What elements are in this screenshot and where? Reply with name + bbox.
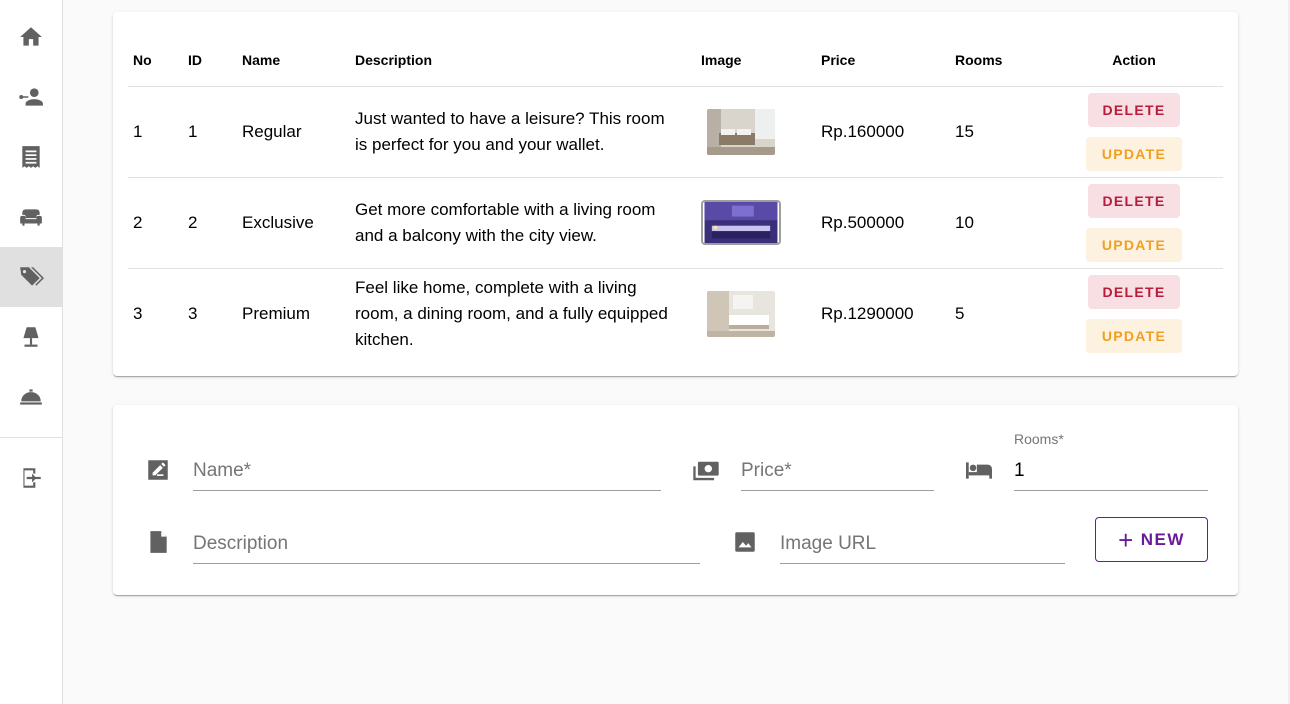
delete-button[interactable]: DELETE [1088,183,1180,218]
price-placeholder: Price* [741,460,792,481]
cell-price: Rp.160000 [821,86,955,178]
room-thumbnail [701,200,781,245]
nav-facilities[interactable] [0,307,62,367]
cell-description: Feel like home, complete with a living r… [355,277,668,349]
new-button[interactable]: + NEW [1095,517,1208,562]
name-placeholder: Name* [193,460,252,481]
name-field[interactable]: Name* [193,459,661,491]
bed-icon [966,462,992,479]
nav-logout[interactable] [0,448,62,508]
price-field[interactable]: Price* [741,459,934,491]
cell-id: 2 [188,177,242,269]
sidebar-divider [0,437,62,438]
sidebar [0,0,63,704]
room-service-icon [20,389,42,405]
cell-rooms: 15 [955,86,1045,178]
rooms-field[interactable]: 1 [1014,459,1208,491]
header-price: Price [821,34,955,87]
cell-no: 2 [128,177,188,269]
delete-button[interactable]: DELETE [1088,92,1180,127]
document-icon [150,531,167,553]
cell-name: Premium [242,303,311,323]
table-row: 1 1 Regular Just wanted to have a leisur… [128,86,1223,178]
header-id: ID [188,34,242,87]
description-field[interactable]: Description [193,532,700,564]
nav-room-types[interactable] [0,247,62,307]
room-thumbnail [707,108,775,155]
cell-name: Exclusive [242,177,355,269]
cell-name: Regular [242,86,355,178]
update-button[interactable]: UPDATE [1086,227,1182,262]
home-icon [20,27,42,46]
header-no: No [128,34,188,87]
image-url-field[interactable]: Image URL [780,532,1065,564]
cell-id: 3 [188,303,198,323]
room-types-table-card: No ID Name Description Image Price Rooms… [113,12,1238,376]
new-button-label: NEW [1140,529,1185,549]
nav-home[interactable] [0,7,62,67]
cell-actions: DELETE UPDATE [1045,268,1223,359]
cell-rooms: 10 [955,177,1045,269]
edit-icon [148,460,168,480]
update-button[interactable]: UPDATE [1086,136,1182,171]
plus-icon: + [1118,524,1135,555]
cell-actions: DELETE UPDATE [1045,177,1223,269]
cell-rooms: 5 [955,303,965,323]
cell-image [701,86,821,178]
table-row: 2 2 Exclusive Get more comfortable with … [128,177,1223,269]
rooms-label: Rooms* [1014,431,1064,447]
nav-users[interactable] [0,67,62,127]
receipt-icon [22,146,40,168]
rooms-value: 1 [1014,460,1025,481]
header-action: Action [1045,34,1223,87]
image-icon [735,532,755,552]
lamp-icon [23,327,39,347]
header-image: Image [701,34,821,87]
cell-image [701,177,821,269]
delete-button[interactable]: DELETE [1088,274,1180,309]
tags-icon [20,267,44,286]
description-placeholder: Description [193,533,289,554]
cell-description: Get more comfortable with a living room … [355,177,701,269]
table-row: 3 3 Premium Feel like home, complete wit… [128,268,1223,359]
sofa-icon [20,209,42,226]
header-rooms: Rooms [955,34,1045,87]
cell-price: Rp.1290000 [821,303,914,323]
table-header-row: No ID Name Description Image Price Rooms… [128,34,1223,87]
money-icon [693,461,719,481]
header-name: Name [242,34,355,87]
user-key-icon [19,88,43,106]
update-button[interactable]: UPDATE [1086,318,1182,353]
image-url-placeholder: Image URL [780,533,877,554]
cell-price: Rp.500000 [821,177,955,269]
cell-actions: DELETE UPDATE [1045,86,1223,178]
cell-no: 3 [133,303,143,323]
new-room-type-form: Name* Price* Rooms* 1 Description Image … [113,405,1238,595]
cell-id: 1 [188,86,242,178]
cell-image [701,268,821,359]
cell-no: 1 [128,86,188,178]
nav-services[interactable] [0,367,62,427]
room-types-table: No ID Name Description Image Price Rooms… [128,34,1223,359]
header-description: Description [355,34,701,87]
nav-rooms[interactable] [0,187,62,247]
room-thumbnail [707,290,775,337]
logout-icon [23,468,41,488]
cell-description: Just wanted to have a leisure? This room… [355,86,701,178]
nav-receipts[interactable] [0,127,62,187]
